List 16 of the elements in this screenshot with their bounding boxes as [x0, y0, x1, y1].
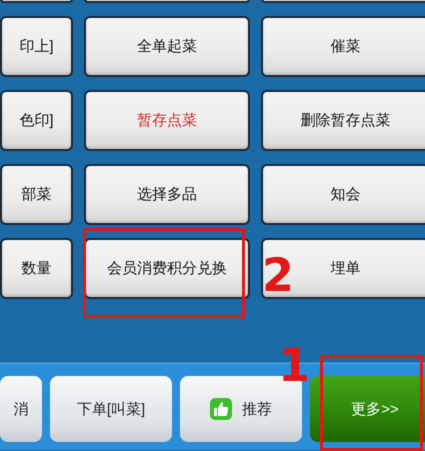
annotation-number: 2 — [262, 252, 294, 298]
menu-button[interactable]: 知会 — [261, 164, 425, 225]
menu-button[interactable]: 删除暂存点菜 — [261, 90, 425, 151]
thumbs-up-icon — [210, 398, 232, 420]
menu-button[interactable]: 暂存点菜 — [84, 90, 250, 151]
menu-button[interactable]: 催菜 — [261, 16, 425, 77]
menu-button[interactable]: 数量 — [0, 238, 73, 299]
order-button[interactable]: 下单[叫菜] — [50, 376, 172, 442]
cancel-button[interactable]: 消 — [0, 376, 42, 442]
more-button[interactable]: 更多>> — [310, 376, 425, 442]
menu-button[interactable]: 全单起菜 — [84, 16, 250, 77]
menu-button[interactable]: 会员消费积分兑换 — [84, 238, 250, 299]
menu-button[interactable]: 印上] — [0, 16, 73, 77]
menu-button[interactable]: 色印] — [0, 90, 73, 151]
menu-button[interactable]: 选择多品 — [84, 164, 250, 225]
menu-button[interactable]: 部菜 — [0, 164, 73, 225]
